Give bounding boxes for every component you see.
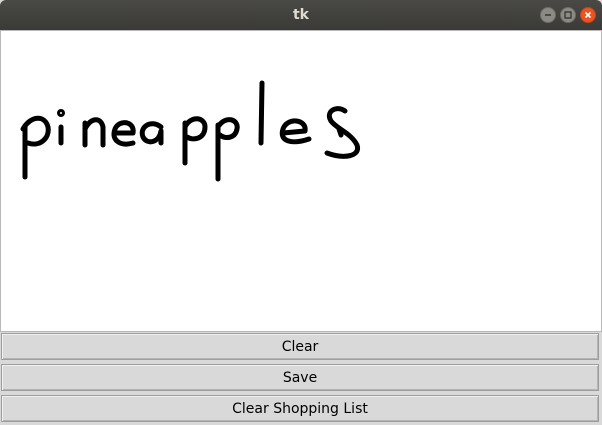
handwriting-drawing bbox=[20, 80, 360, 182]
maximize-button[interactable] bbox=[560, 7, 576, 23]
drawing-canvas[interactable] bbox=[0, 30, 602, 332]
clear-button[interactable]: Clear bbox=[1, 333, 599, 360]
close-button[interactable] bbox=[580, 7, 596, 23]
maximize-icon bbox=[564, 11, 572, 19]
save-button[interactable]: Save bbox=[1, 364, 599, 391]
title-bar[interactable]: tk bbox=[0, 0, 602, 30]
minimize-button[interactable] bbox=[540, 7, 556, 23]
close-icon bbox=[584, 11, 592, 19]
window-title: tk bbox=[292, 7, 309, 23]
minimize-icon bbox=[545, 14, 551, 16]
clear-shopping-list-button[interactable]: Clear Shopping List bbox=[1, 395, 599, 422]
app-window: tk Clear Save Clear Shopping List bbox=[0, 0, 602, 425]
